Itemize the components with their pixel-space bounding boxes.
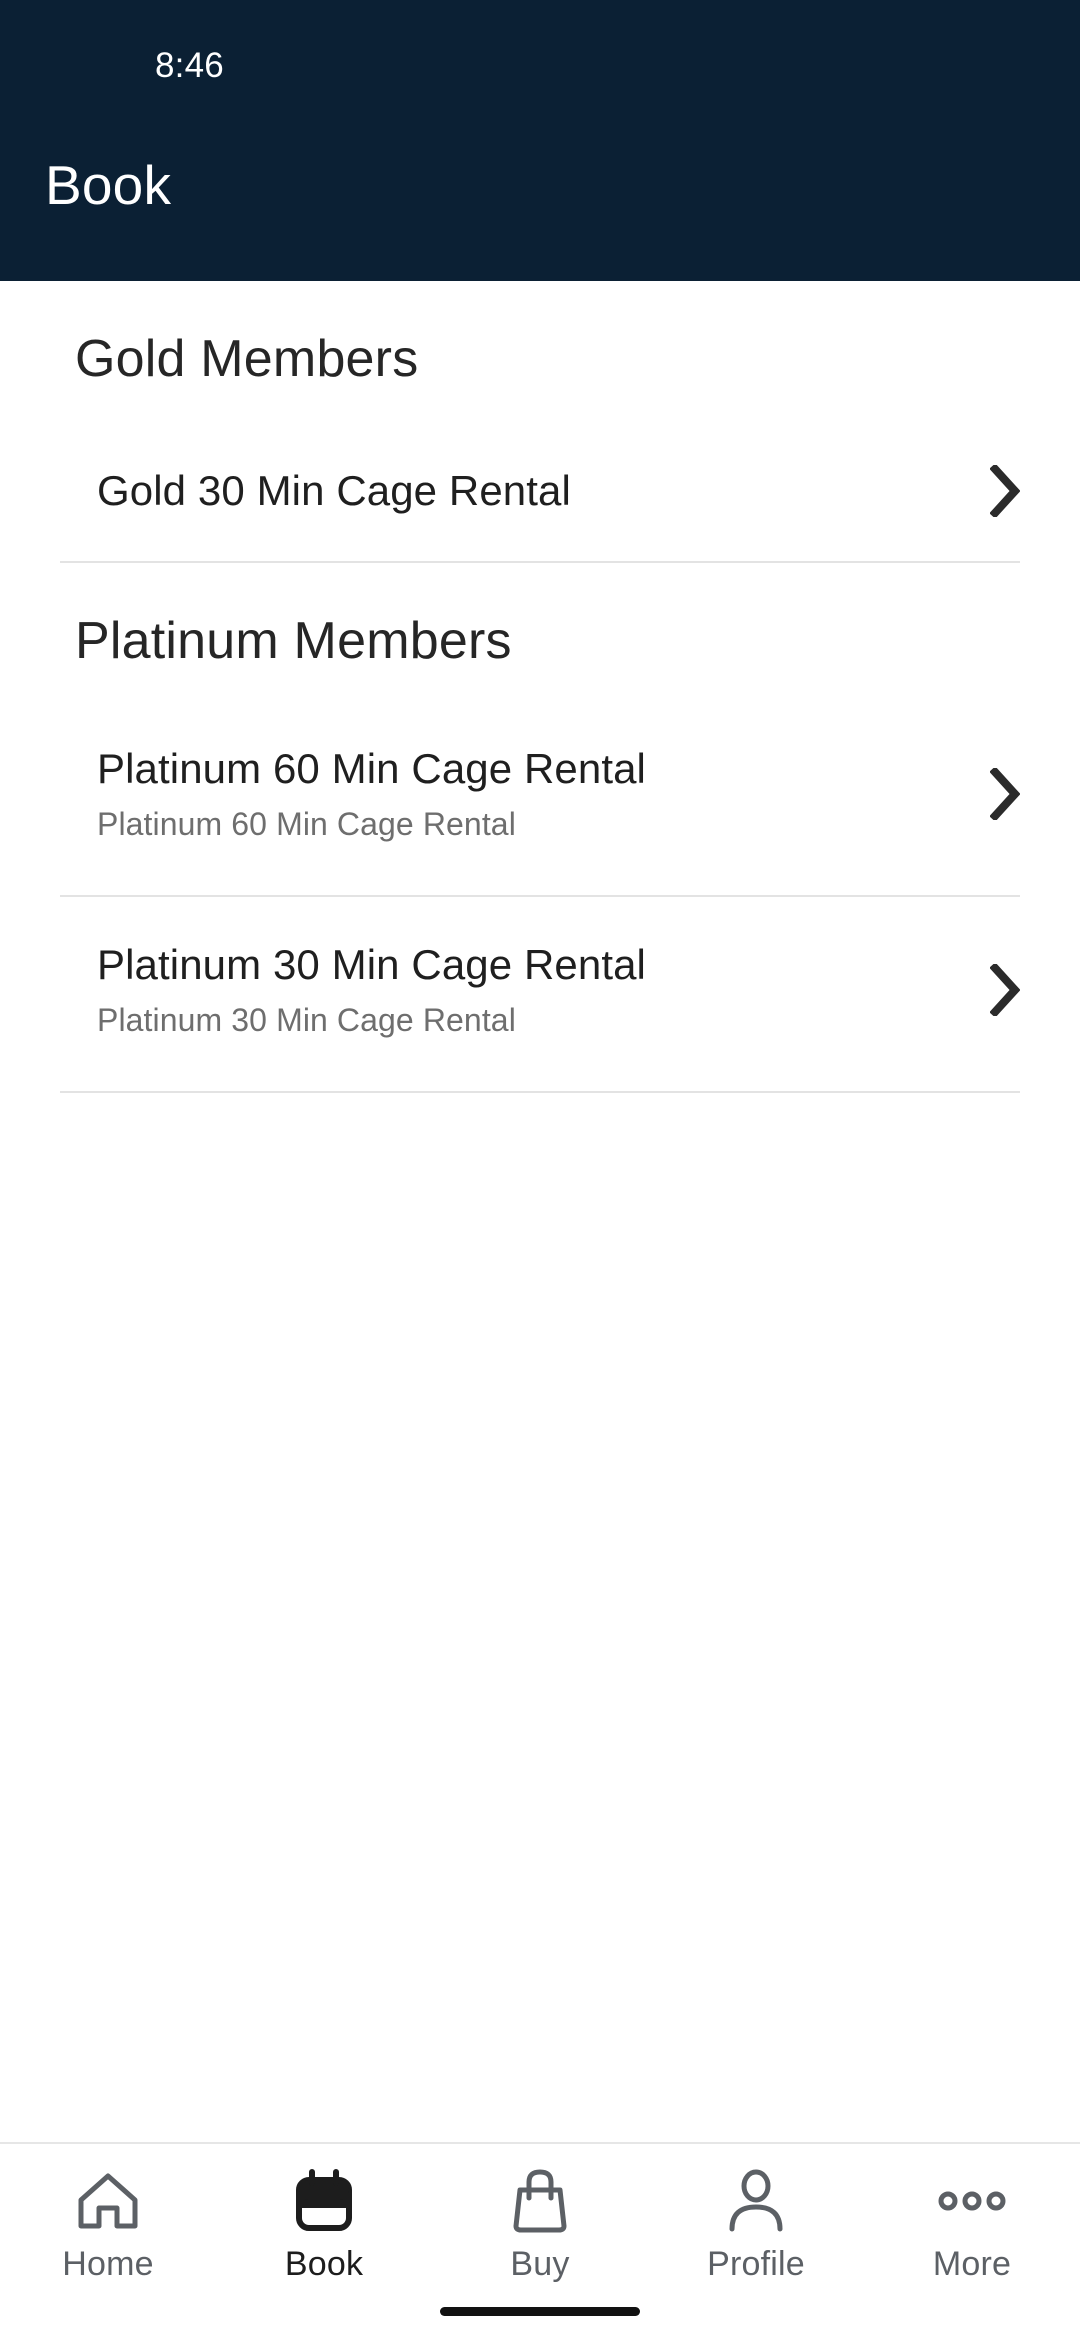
list-item[interactable]: Gold 30 Min Cage Rental [0,443,1080,539]
person-icon [723,2166,789,2236]
status-bar-clock: 8:46 [155,46,224,85]
list-item-subtitle: Platinum 60 Min Cage Rental [97,806,516,842]
status-bar: 8:46 [0,0,1080,110]
nav-tab-home[interactable]: Home [0,2166,216,2284]
list-item-title: Gold 30 Min Cage Rental [97,467,571,514]
section-platinum-members: Platinum Members Platinum 60 Min Cage Re… [0,563,1080,1093]
app-root: 8:46 Book Gold Members Gold 30 Min Cage … [0,0,1080,2340]
calendar-icon [293,2166,355,2236]
nav-tab-label: Profile [707,2245,805,2283]
nav-tab-label: Buy [510,2245,570,2283]
chevron-right-icon[interactable] [982,765,1028,823]
list-item[interactable]: Platinum 60 Min Cage Rental Platinum 60 … [0,719,1080,869]
nav-tab-label: More [932,2245,1012,2283]
section-header-platinum: Platinum Members [75,612,512,670]
list-item-texts: Platinum 30 Min Cage Rental Platinum 30 … [97,938,982,1042]
app-header: 8:46 Book [0,0,1080,281]
list-item-container: Platinum 60 Min Cage Rental Platinum 60 … [0,701,1080,895]
section-gold-members: Gold Members Gold 30 Min Cage Rental [0,281,1080,563]
chevron-right-icon[interactable] [982,961,1028,1019]
list-item-container: Gold 30 Min Cage Rental [0,419,1080,561]
list-item[interactable]: Platinum 30 Min Cage Rental Platinum 30 … [0,915,1080,1065]
list-item-title: Platinum 60 Min Cage Rental [97,745,646,792]
list-item-subtitle: Platinum 30 Min Cage Rental [97,1002,516,1038]
page-title: Book [45,154,172,216]
nav-tab-profile[interactable]: Profile [648,2166,864,2284]
nav-tab-label: Book [284,2245,364,2283]
main-content: Gold Members Gold 30 Min Cage Rental Pla… [0,281,1080,2142]
list-item-title: Platinum 30 Min Cage Rental [97,941,646,988]
nav-tab-more[interactable]: More [864,2166,1080,2284]
nav-tab-buy[interactable]: Buy [432,2166,648,2284]
list-divider [60,1091,1020,1093]
list-item-texts: Platinum 60 Min Cage Rental Platinum 60 … [97,742,982,846]
list-item-container: Platinum 30 Min Cage Rental Platinum 30 … [0,897,1080,1091]
section-header-gold: Gold Members [75,330,419,388]
bottom-navigation-bar: Home Book Buy Profile More [0,2142,1080,2340]
chevron-right-icon[interactable] [982,462,1028,520]
nav-tab-label: Home [62,2245,154,2283]
nav-tab-book[interactable]: Book [216,2166,432,2284]
ellipsis-icon [937,2166,1007,2236]
home-icon [75,2166,141,2236]
list-item-texts: Gold 30 Min Cage Rental [97,464,982,518]
bag-icon [510,2166,570,2236]
